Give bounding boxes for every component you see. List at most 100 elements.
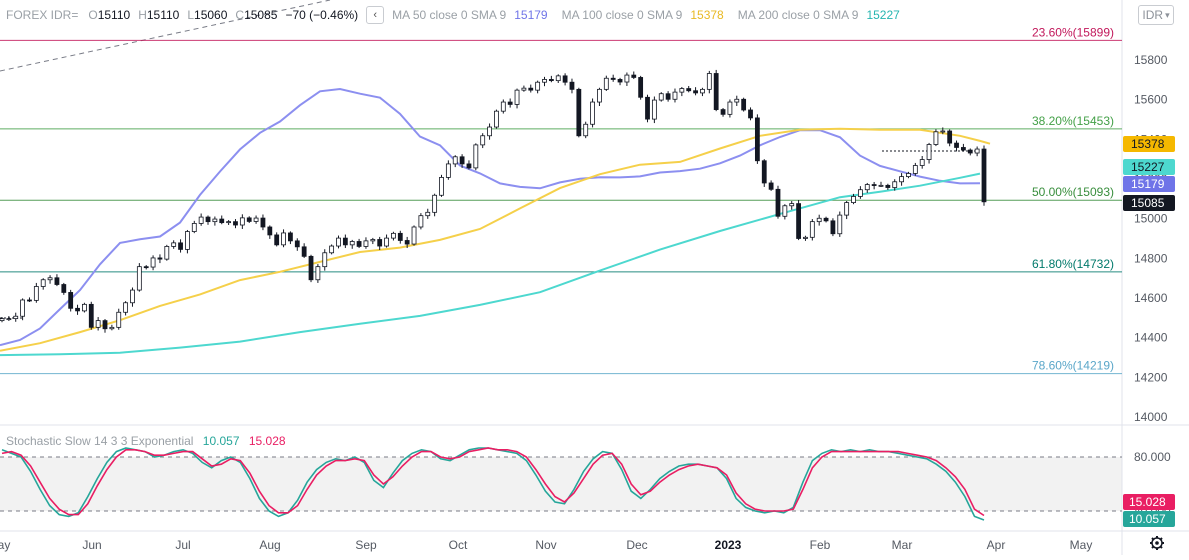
candle-body [191, 223, 197, 232]
price-tag-text: 15179 [1131, 177, 1165, 191]
stoch-tag-text: 10.057 [1129, 512, 1166, 526]
candle-body [562, 75, 568, 83]
candle-body [535, 81, 541, 91]
candle-body [775, 188, 781, 217]
candle-body [288, 232, 293, 242]
candle-body [686, 88, 692, 92]
candle-body [919, 159, 925, 166]
candle-body [185, 231, 190, 250]
candle-body [500, 101, 506, 112]
ma50-label[interactable]: MA 50 close 0 SMA 9 [392, 8, 506, 22]
candle-body [645, 96, 650, 120]
candle-body [40, 279, 46, 287]
candle-body [418, 215, 424, 228]
candle-body [851, 196, 856, 204]
x-tick-label: May [1070, 538, 1093, 552]
candle-body [425, 211, 431, 217]
candle-body [301, 246, 307, 257]
candle-body [384, 237, 389, 247]
candle-body [597, 88, 602, 103]
x-tick-label: Feb [810, 538, 831, 552]
candle-body [542, 79, 547, 83]
candle-body [61, 284, 67, 293]
candle-body [960, 147, 966, 151]
chart-area[interactable]: 23.60%(15899) 38.20%(15453) 50.00%(15093) 6… [0, 0, 1189, 555]
candle-body [906, 173, 911, 178]
ma100-label[interactable]: MA 100 close 0 SMA 9 [562, 8, 683, 22]
candle-body [411, 226, 417, 245]
open-label: O [88, 8, 98, 22]
candle-body [912, 165, 918, 174]
candle-body [610, 77, 616, 80]
candle-body [803, 236, 808, 239]
high-label: H [138, 8, 147, 22]
y-tick-label: 14600 [1134, 291, 1168, 305]
stoch-y-tick-label: 80.000 [1134, 450, 1171, 464]
candle-body [363, 240, 369, 247]
candle-body [782, 205, 788, 217]
stoch-k-value: 10.057 [202, 434, 240, 448]
candle-body [370, 239, 376, 242]
candle-body [445, 163, 451, 178]
y-tick-label: 14000 [1134, 410, 1168, 424]
candle-body [246, 217, 252, 222]
candle-body [391, 232, 396, 239]
candle-body [239, 217, 245, 226]
currency-selector[interactable]: IDR ▾ [1138, 5, 1174, 25]
y-tick-label: 15000 [1134, 212, 1168, 226]
candle-body [720, 109, 726, 115]
gear-icon[interactable] [1150, 536, 1164, 550]
candle-body [212, 218, 218, 223]
candle-body [136, 266, 142, 291]
ma100-value: 15378 [690, 8, 724, 22]
candle-body [281, 232, 286, 246]
candle-body [981, 148, 987, 203]
x-tick-label: Mar [892, 538, 913, 552]
stoch-title[interactable]: Stochastic Slow 14 3 3 Exponential [6, 434, 193, 448]
fib-level-label: 23.60%(15899) [1032, 25, 1114, 39]
candle-body [816, 217, 822, 223]
candle-body [837, 214, 843, 235]
currency-label: IDR [1142, 8, 1164, 22]
x-tick-label: 2023 [715, 538, 742, 552]
candle-body [33, 286, 39, 301]
stoch-tag-text: 15.028 [1129, 495, 1166, 509]
ma200-value: 15227 [866, 8, 900, 22]
candle-body [809, 221, 815, 238]
candle-body [432, 194, 438, 213]
candle-body [789, 203, 795, 207]
candle-body [754, 117, 760, 162]
candle-body [679, 88, 685, 93]
low-value: 15060 [194, 8, 228, 22]
ma50-value: 15179 [514, 8, 548, 22]
candle-body [569, 81, 575, 90]
candle-body [878, 184, 884, 187]
fib-level-label: 61.80%(14732) [1032, 257, 1114, 271]
fib-level-label: 38.20%(15453) [1032, 114, 1114, 128]
candle-body [507, 101, 513, 105]
candle-body [267, 226, 273, 236]
candle-body [157, 257, 163, 260]
candle-body [741, 98, 747, 111]
stoch-legend: Stochastic Slow 14 3 3 Exponential 10.05… [6, 434, 286, 448]
candle-body [885, 184, 891, 188]
candle-body [555, 75, 561, 82]
candle-body [796, 203, 801, 239]
candle-body [700, 88, 705, 94]
ma200-label[interactable]: MA 200 close 0 SMA 9 [738, 8, 859, 22]
y-tick-label: 14200 [1134, 370, 1168, 384]
candle-body [967, 149, 973, 154]
candle-body [109, 326, 115, 330]
price-chart-svg[interactable]: 23.60%(15899) 38.20%(15453) 50.00%(15093) 6… [0, 0, 1189, 555]
chevron-left-icon[interactable]: ‹ [366, 6, 385, 24]
candle-body [274, 234, 280, 246]
candle-body [892, 181, 898, 188]
symbol-name[interactable]: FOREX IDR= [6, 8, 78, 22]
candle-body [899, 176, 904, 183]
candle-body [748, 109, 753, 119]
high-value: 15110 [146, 8, 180, 22]
candle-body [171, 242, 177, 247]
candle-body [459, 156, 465, 165]
x-tick-label: Nov [535, 538, 556, 552]
candle-body [116, 311, 122, 328]
